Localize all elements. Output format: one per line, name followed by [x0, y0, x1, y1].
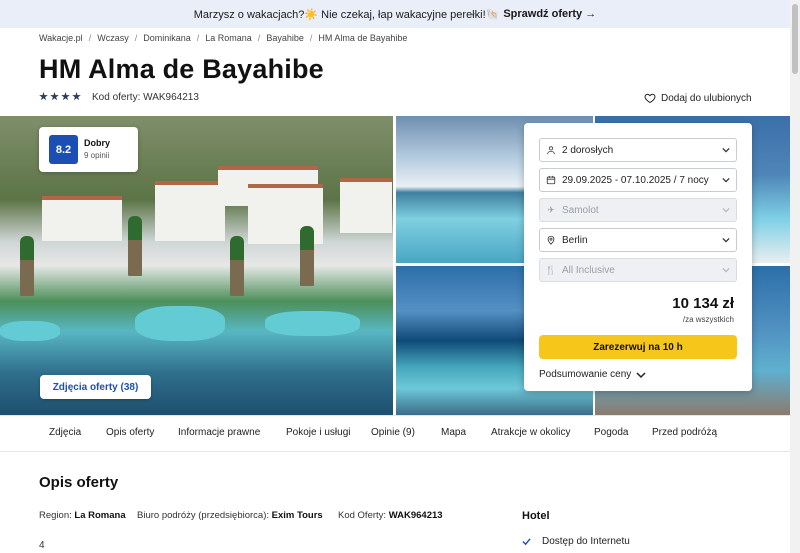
star-icon	[50, 92, 59, 101]
description-number: 4	[39, 540, 45, 551]
agency-info: Biuro podróży (przedsiębiorca): Exim Tou…	[137, 510, 323, 521]
photo-palm-shape	[230, 236, 244, 296]
chevron-down-icon	[722, 177, 730, 183]
photo-pool-shape	[265, 311, 360, 336]
region-info: Region: La Romana	[39, 510, 126, 521]
breadcrumb-separator: /	[196, 33, 200, 43]
chevron-down-icon	[722, 267, 730, 273]
tab-legal-info[interactable]: Informacje prawne	[178, 427, 260, 438]
photo-building-shape	[340, 178, 392, 233]
person-icon	[546, 145, 556, 155]
amenity-item: Dostęp do Internetu	[522, 536, 630, 547]
page-scrollbar[interactable]	[790, 0, 800, 553]
photo-palm-shape	[20, 236, 34, 296]
rating-card[interactable]: 8.2 Dobry 9 opinii	[39, 127, 138, 172]
heart-icon	[644, 93, 656, 104]
cutlery-icon: 🍴	[545, 264, 557, 275]
transport-value: Samolot	[562, 204, 599, 216]
agency-label: Biuro podróży (przedsiębiorca):	[137, 510, 270, 521]
tab-reviews[interactable]: Opinie (9)	[371, 427, 415, 438]
rating-label: Dobry	[84, 138, 111, 148]
offer-code: Kod oferty: WAK964213	[92, 92, 199, 103]
star-icon	[72, 92, 81, 101]
breadcrumb-item-home[interactable]: Wakacje.pl	[39, 33, 83, 43]
airplane-icon: ✈	[547, 204, 555, 215]
tab-photos[interactable]: Zdjęcia	[49, 427, 81, 438]
calendar-icon	[546, 175, 556, 185]
breadcrumb-separator: /	[88, 33, 92, 43]
breadcrumb-item-country[interactable]: Dominikana	[143, 33, 191, 43]
promo-banner[interactable]: Marzysz o wakacjach?☀️ Nie czekaj, łap w…	[0, 0, 790, 28]
dates-select[interactable]: 29.09.2025 - 07.10.2025 / 7 nocy	[539, 168, 737, 192]
departure-select[interactable]: Berlin	[539, 228, 737, 252]
dates-value: 29.09.2025 - 07.10.2025 / 7 nocy	[562, 174, 709, 186]
chevron-down-icon	[722, 147, 730, 153]
photo-pool-shape	[135, 306, 225, 341]
star-icon	[39, 92, 48, 101]
travelers-select[interactable]: 2 dorosłych	[539, 138, 737, 162]
price-summary-toggle[interactable]: Podsumowanie ceny	[539, 369, 646, 380]
review-count: 9 opinii	[84, 151, 110, 160]
breadcrumb-item-wczasy[interactable]: Wczasy	[97, 33, 129, 43]
breadcrumb-item-region[interactable]: La Romana	[205, 33, 252, 43]
breadcrumb: Wakacje.pl / Wczasy / Dominikana / La Roman…	[39, 33, 407, 43]
offer-code-value: WAK964213	[388, 510, 443, 521]
offer-code-label: Kod Oferty:	[338, 510, 387, 521]
chevron-down-icon	[722, 237, 730, 243]
breadcrumb-separator: /	[309, 33, 313, 43]
agency-value: Exim Tours	[271, 510, 323, 521]
hotel-section-title: Hotel	[522, 510, 550, 522]
price-note: /za wszystkich	[682, 315, 734, 324]
total-price: 10 134 zł	[672, 295, 734, 312]
breadcrumb-separator: /	[257, 33, 261, 43]
price-summary-label: Podsumowanie ceny	[539, 369, 632, 380]
tab-offer-description[interactable]: Opis oferty	[106, 427, 154, 438]
description-title: Opis oferty	[39, 474, 119, 491]
page-title: HM Alma de Bayahibe	[39, 54, 324, 84]
board-value: All Inclusive	[562, 264, 615, 276]
tab-rooms-services[interactable]: Pokoje i usługi	[286, 427, 350, 438]
tab-weather[interactable]: Pogoda	[594, 427, 628, 438]
tab-attractions[interactable]: Atrakcje w okolicy	[491, 427, 570, 438]
promo-cta-link[interactable]: Sprawdź oferty →	[503, 8, 596, 20]
star-rating	[39, 92, 81, 101]
amenity-label: Dostęp do Internetu	[542, 536, 630, 547]
star-icon	[61, 92, 70, 101]
breadcrumb-item-current: HM Alma de Bayahibe	[318, 33, 408, 43]
offer-photos-button[interactable]: Zdjęcia oferty (38)	[40, 375, 151, 399]
rating-score: 8.2	[49, 135, 78, 164]
favorite-label: Dodaj do ulubionych	[661, 92, 752, 104]
region-value: La Romana	[74, 510, 126, 521]
booking-panel: 2 dorosłych 29.09.2025 - 07.10.2025 / 7 …	[524, 123, 752, 391]
transport-select: ✈ Samolot	[539, 198, 737, 222]
chevron-down-icon	[722, 207, 730, 213]
chevron-down-icon	[636, 371, 646, 378]
photo-building-shape	[155, 181, 225, 241]
promo-text: Marzysz o wakacjach?☀️ Nie czekaj, łap w…	[193, 8, 500, 21]
travelers-value: 2 dorosłych	[562, 144, 614, 156]
tab-before-travel[interactable]: Przed podróżą	[652, 427, 717, 438]
reserve-button[interactable]: Zarezerwuj na 10 h	[539, 335, 737, 359]
add-to-favorites-button[interactable]: Dodaj do ulubionych	[644, 92, 752, 104]
offer-code-info: Kod Oferty: WAK964213	[338, 510, 443, 521]
departure-value: Berlin	[562, 234, 588, 246]
scrollbar-thumb[interactable]	[792, 4, 798, 74]
section-tabs: Zdjęcia Opis oferty Informacje prawne Po…	[0, 415, 790, 452]
breadcrumb-item-city[interactable]: Bayahibe	[266, 33, 304, 43]
board-select: 🍴 All Inclusive	[539, 258, 737, 282]
photo-palm-shape	[300, 226, 314, 286]
photo-palm-shape	[128, 216, 142, 276]
breadcrumb-separator: /	[134, 33, 138, 43]
photo-building-shape	[42, 196, 122, 241]
tab-map[interactable]: Mapa	[441, 427, 466, 438]
region-label: Region:	[39, 510, 72, 521]
location-pin-icon	[546, 235, 556, 245]
photo-pool-shape	[0, 321, 60, 341]
check-icon	[522, 538, 531, 546]
